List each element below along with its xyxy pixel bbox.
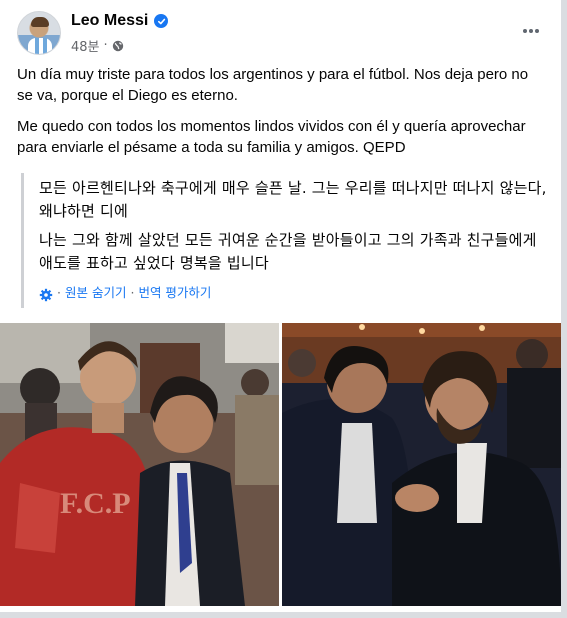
more-options-icon[interactable] xyxy=(519,19,543,43)
globe-icon[interactable] xyxy=(112,40,124,52)
actions-dot: · xyxy=(57,285,61,300)
translation-actions: · 원본 숨기기 · 번역 평가하기 xyxy=(39,281,547,304)
post-paragraph: Un día muy triste para todos los argenti… xyxy=(17,66,529,104)
rate-translation-link[interactable]: 번역 평가하기 xyxy=(138,281,211,304)
author-avatar[interactable] xyxy=(17,11,61,55)
translation-paragraph: 모든 아르헨티나와 축구에게 매우 슬픈 날. 그는 우리를 떠나지만 떠나지 … xyxy=(39,179,547,220)
verified-badge-icon xyxy=(154,14,169,28)
actions-dot: · xyxy=(130,285,135,300)
translation-paragraph: 나는 그와 함께 살았던 모든 귀여운 순간을 받아들이고 그의 가족과 친구들… xyxy=(39,231,537,272)
author-name[interactable]: Leo Messi xyxy=(71,12,148,30)
hide-original-link[interactable]: 원본 숨기기 xyxy=(65,281,126,304)
facebook-post: Leo Messi 48분 · Un día muy triste para t… xyxy=(0,0,567,618)
svg-text:F.C.P: F.C.P xyxy=(60,487,131,520)
photo-grid: F.C.P xyxy=(0,323,561,606)
post-body: Un día muy triste para todos los argenti… xyxy=(17,64,547,168)
gear-icon[interactable] xyxy=(39,286,53,301)
author-row: Leo Messi xyxy=(71,12,169,30)
post-paragraph: Me quedo con todos los momentos lindos v… xyxy=(17,118,526,156)
translation-block: 모든 아르헨티나와 축구에게 매우 슬픈 날. 그는 우리를 떠나지만 떠나지 … xyxy=(21,173,547,308)
post-timestamp[interactable]: 48분 xyxy=(71,36,100,55)
photo-messi-maradona-1[interactable]: F.C.P xyxy=(0,323,279,606)
photo-messi-maradona-2[interactable] xyxy=(282,323,561,606)
post-header: Leo Messi 48분 · xyxy=(17,9,547,59)
post-meta: 48분 · xyxy=(71,36,124,55)
meta-separator: · xyxy=(103,38,108,53)
